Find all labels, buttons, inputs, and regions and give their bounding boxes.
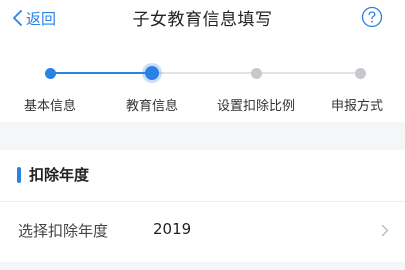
step-dot-3 [250,67,262,79]
step-label-2: 教育信息 [125,99,179,114]
page: 返回 子女教育信息填写 基本信息 教育信息 设置扣除比例 申报方式 扣除年度 选择扣除… [0,0,405,270]
progress-steps: 基本信息 教育信息 设置扣除比例 申报方式 [0,38,405,122]
step-connector [256,72,360,74]
step-dot-1 [44,67,56,79]
question-circle-icon[interactable] [361,6,383,28]
step-label-1: 基本信息 [23,99,77,114]
step-label-4: 申报方式 [330,99,384,114]
step-label-3: 设置扣除比例 [216,99,296,114]
deduction-year-section: 扣除年度 选择扣除年度 2019 [0,150,405,262]
chevron-right-icon [381,224,389,237]
step-dot-2 [145,66,159,80]
section-accent-bar [17,167,21,183]
step-dot-4 [354,67,366,79]
row-label: 选择扣除年度 [18,222,109,240]
section-header: 扣除年度 [0,150,405,202]
select-deduction-year-row[interactable]: 选择扣除年度 2019 [0,203,405,260]
step-connector [152,72,256,74]
step-connector [50,72,152,74]
nav-bar: 返回 子女教育信息填写 [0,0,405,38]
page-title: 子女教育信息填写 [132,10,273,30]
row-value: 2019 [153,220,192,238]
section-title: 扣除年度 [29,166,90,184]
